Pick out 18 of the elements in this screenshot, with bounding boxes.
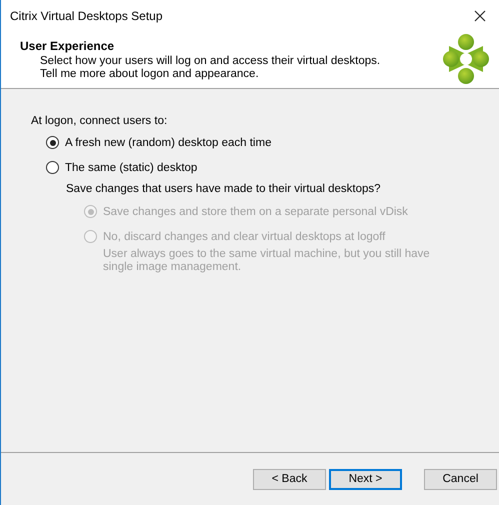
option-label: Save changes and store them on a separate personal vDisk [103,206,408,218]
radio-button[interactable] [46,161,59,174]
close-icon[interactable] [474,10,486,22]
dialog-button[interactable]: Cancel [424,468,497,490]
page-title: User Experience [20,39,116,53]
option-label: A fresh new (random) desktop each time [65,136,272,148]
logo-icon [443,34,489,84]
option-label: The same (static) desktop [65,162,198,174]
option-label: No, discard changes and clear virtual desktops at logoff [103,230,386,242]
window-title: Citrix Virtual Desktops Setup [10,8,163,22]
option-note: User always goes to the same virtual machine, but you still have single image management. [102,248,431,274]
radio-button[interactable] [46,136,59,149]
dialog-button[interactable]: Next > [329,468,402,490]
question-label: Save changes that users have made to their virtual desktops? [65,183,382,195]
dialog-button[interactable]: < Back [253,468,326,490]
page-description: Select how your users will log on and access their virtual desktops. [39,55,380,68]
page-description: Tell me more about logon and appearance. [39,68,260,81]
prompt-label: At logon, connect users to: [31,115,168,127]
